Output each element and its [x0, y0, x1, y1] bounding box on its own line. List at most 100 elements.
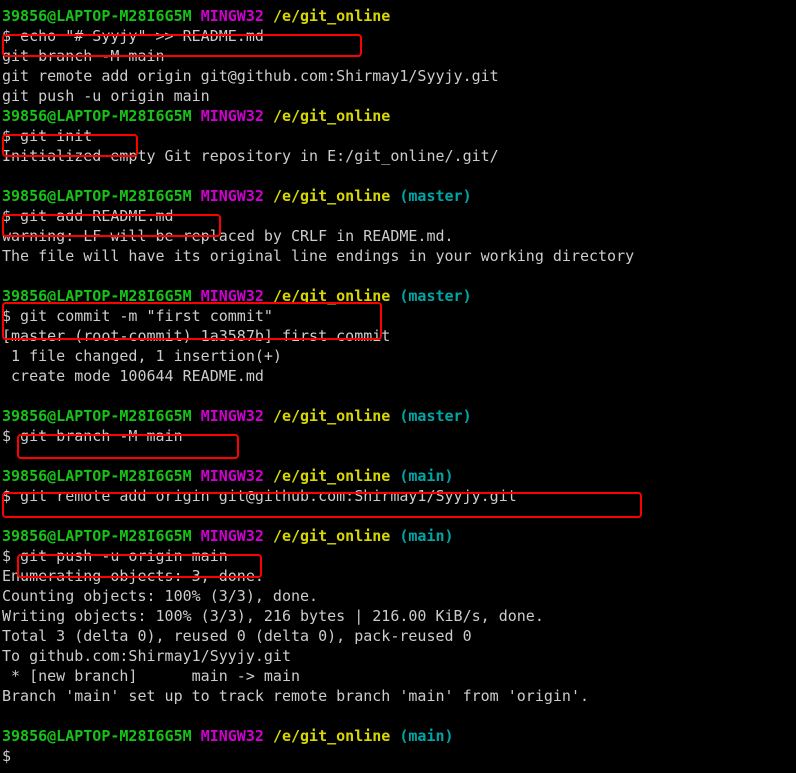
terminal-command[interactable]: $ git remote add origin git@github.com:S…	[2, 487, 517, 505]
terminal-output-text: Branch 'main' set up to track remote bra…	[2, 687, 589, 705]
terminal-output-line: Counting objects: 100% (3/3), done.	[0, 586, 796, 606]
terminal-output-line: Writing objects: 100% (3/3), 216 bytes |…	[0, 606, 796, 626]
terminal-output-text	[2, 447, 11, 465]
terminal-blank-line	[0, 386, 796, 406]
terminal-blank-line	[0, 266, 796, 286]
terminal-output-text: Writing objects: 100% (3/3), 216 bytes |…	[2, 607, 544, 625]
terminal-blank-line	[0, 166, 796, 186]
terminal-command[interactable]: $ git branch -M main	[2, 427, 183, 445]
terminal-output-line: [master (root-commit) 1a3587b] first com…	[0, 326, 796, 346]
terminal-prompt-line: 39856@LAPTOP-M28I6G5M MINGW32 /e/git_onl…	[0, 526, 796, 546]
terminal-prompt-line: 39856@LAPTOP-M28I6G5M MINGW32 /e/git_onl…	[0, 6, 796, 26]
terminal-command-line: $ git init	[0, 126, 796, 146]
prompt-shell-name: MINGW32	[200, 527, 264, 545]
terminal-output-line: create mode 100644 README.md	[0, 366, 796, 386]
terminal-output-text: git remote add origin git@github.com:Shi…	[2, 67, 499, 85]
prompt-git-branch: (main)	[399, 467, 454, 485]
terminal-output-text: git push -u origin main	[2, 87, 210, 105]
terminal-command-line: $ git push -u origin main	[0, 546, 796, 566]
prompt-user-host: 39856@LAPTOP-M28I6G5M	[2, 527, 192, 545]
prompt-user-host: 39856@LAPTOP-M28I6G5M	[2, 407, 192, 425]
terminal-output-line: git branch -M main	[0, 46, 796, 66]
prompt-git-branch: (master)	[399, 407, 472, 425]
prompt-working-directory: /e/git_online	[272, 727, 391, 745]
prompt-working-directory: /e/git_online	[272, 187, 391, 205]
terminal-output-text	[2, 167, 11, 185]
terminal-output-line: Total 3 (delta 0), reused 0 (delta 0), p…	[0, 626, 796, 646]
terminal-command-line: $ echo "# Syyjy" >> README.md	[0, 26, 796, 46]
prompt-working-directory: /e/git_online	[272, 527, 391, 545]
terminal-command[interactable]: $ echo "# Syyjy" >> README.md	[2, 27, 264, 45]
terminal-prompt-line: 39856@LAPTOP-M28I6G5M MINGW32 /e/git_onl…	[0, 286, 796, 306]
terminal-prompt-line: 39856@LAPTOP-M28I6G5M MINGW32 /e/git_onl…	[0, 106, 796, 126]
terminal-output-line: 1 file changed, 1 insertion(+)	[0, 346, 796, 366]
prompt-user-host: 39856@LAPTOP-M28I6G5M	[2, 727, 192, 745]
terminal-command-line: $ git add README.md	[0, 206, 796, 226]
terminal-prompt-line: 39856@LAPTOP-M28I6G5M MINGW32 /e/git_onl…	[0, 726, 796, 746]
terminal-output-text: To github.com:Shirmay1/Syyjy.git	[2, 647, 291, 665]
prompt-user-host: 39856@LAPTOP-M28I6G5M	[2, 287, 192, 305]
prompt-shell-name: MINGW32	[200, 467, 264, 485]
terminal-output-text: [master (root-commit) 1a3587b] first com…	[2, 327, 391, 345]
terminal-output-line: warning: LF will be replaced by CRLF in …	[0, 226, 796, 246]
terminal-command-line: $ git branch -M main	[0, 426, 796, 446]
prompt-user-host: 39856@LAPTOP-M28I6G5M	[2, 107, 192, 125]
terminal-output-line: Branch 'main' set up to track remote bra…	[0, 686, 796, 706]
terminal-output-line: Enumerating objects: 3, done.	[0, 566, 796, 586]
terminal-output-text: 1 file changed, 1 insertion(+)	[2, 347, 282, 365]
prompt-shell-name: MINGW32	[200, 187, 264, 205]
terminal-output-line: The file will have its original line end…	[0, 246, 796, 266]
terminal-output-line: To github.com:Shirmay1/Syyjy.git	[0, 646, 796, 666]
prompt-working-directory: /e/git_online	[272, 287, 391, 305]
terminal-blank-line	[0, 446, 796, 466]
terminal-output-line: * [new branch] main -> main	[0, 666, 796, 686]
terminal-window[interactable]: 39856@LAPTOP-M28I6G5M MINGW32 /e/git_onl…	[0, 0, 796, 773]
terminal-command-line: $ git remote add origin git@github.com:S…	[0, 486, 796, 506]
terminal-output-line: Initialized empty Git repository in E:/g…	[0, 146, 796, 166]
terminal-command[interactable]: $ git init	[2, 127, 92, 145]
terminal-blank-line	[0, 706, 796, 726]
terminal-prompt-line: 39856@LAPTOP-M28I6G5M MINGW32 /e/git_onl…	[0, 466, 796, 486]
terminal-output-text: create mode 100644 README.md	[2, 367, 264, 385]
prompt-shell-name: MINGW32	[200, 407, 264, 425]
prompt-shell-name: MINGW32	[200, 7, 264, 25]
prompt-working-directory: /e/git_online	[272, 107, 391, 125]
terminal-command[interactable]: $	[2, 747, 11, 765]
terminal-output-text: Counting objects: 100% (3/3), done.	[2, 587, 319, 605]
terminal-output-line: git push -u origin main	[0, 86, 796, 106]
terminal-command-line: $ git commit -m "first commit"	[0, 306, 796, 326]
prompt-git-branch: (master)	[399, 187, 472, 205]
terminal-command[interactable]: $ git commit -m "first commit"	[2, 307, 273, 325]
terminal-output-text: Enumerating objects: 3, done.	[2, 567, 264, 585]
terminal-output-text: The file will have its original line end…	[2, 247, 635, 265]
terminal-output-text	[2, 387, 11, 405]
terminal-output-text: Initialized empty Git repository in E:/g…	[2, 147, 499, 165]
terminal-output-line: git remote add origin git@github.com:Shi…	[0, 66, 796, 86]
prompt-user-host: 39856@LAPTOP-M28I6G5M	[2, 7, 192, 25]
terminal-output-text: * [new branch] main -> main	[2, 667, 301, 685]
terminal-screen[interactable]: 39856@LAPTOP-M28I6G5M MINGW32 /e/git_onl…	[0, 6, 796, 766]
terminal-output-text	[2, 707, 11, 725]
prompt-user-host: 39856@LAPTOP-M28I6G5M	[2, 187, 192, 205]
terminal-output-text	[2, 507, 11, 525]
prompt-working-directory: /e/git_online	[272, 7, 391, 25]
prompt-shell-name: MINGW32	[200, 107, 264, 125]
terminal-output-text: git branch -M main	[2, 47, 165, 65]
prompt-git-branch: (main)	[399, 727, 454, 745]
terminal-command-line: $	[0, 746, 796, 766]
terminal-output-text	[2, 267, 11, 285]
terminal-command[interactable]: $ git add README.md	[2, 207, 174, 225]
terminal-command[interactable]: $ git push -u origin main	[2, 547, 228, 565]
prompt-git-branch: (main)	[399, 527, 454, 545]
terminal-output-text: warning: LF will be replaced by CRLF in …	[2, 227, 454, 245]
prompt-git-branch: (master)	[399, 287, 472, 305]
terminal-blank-line	[0, 506, 796, 526]
terminal-prompt-line: 39856@LAPTOP-M28I6G5M MINGW32 /e/git_onl…	[0, 406, 796, 426]
terminal-prompt-line: 39856@LAPTOP-M28I6G5M MINGW32 /e/git_onl…	[0, 186, 796, 206]
prompt-working-directory: /e/git_online	[272, 407, 391, 425]
terminal-output-text: Total 3 (delta 0), reused 0 (delta 0), p…	[2, 627, 472, 645]
prompt-working-directory: /e/git_online	[272, 467, 391, 485]
prompt-shell-name: MINGW32	[200, 287, 264, 305]
prompt-shell-name: MINGW32	[200, 727, 264, 745]
prompt-user-host: 39856@LAPTOP-M28I6G5M	[2, 467, 192, 485]
